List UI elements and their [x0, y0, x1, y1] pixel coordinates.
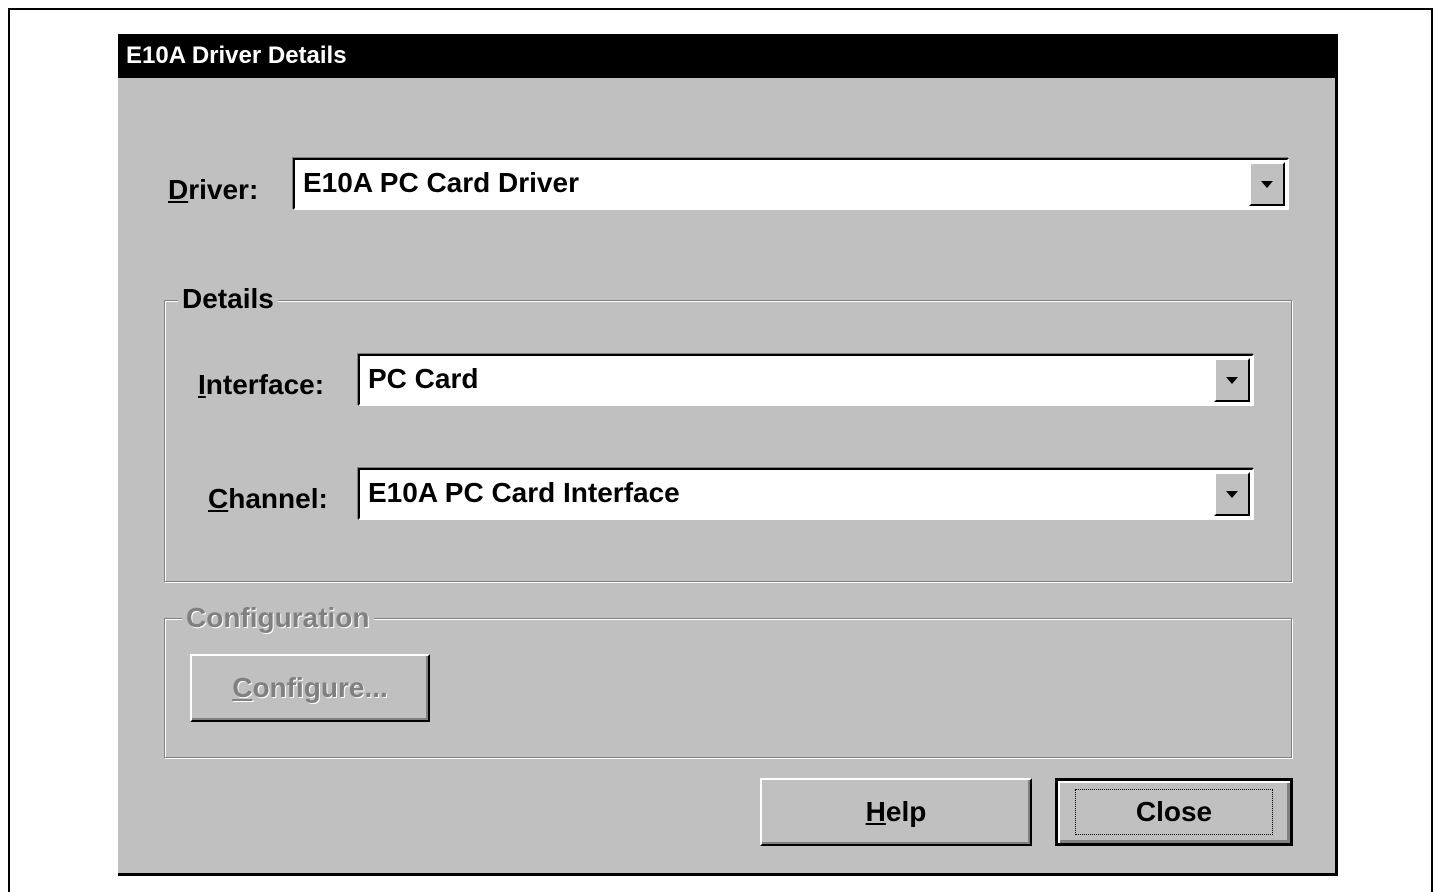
driver-select[interactable]: E10A PC Card Driver [293, 158, 1289, 210]
window-title: E10A Driver Details [126, 42, 347, 69]
help-accel: H [865, 796, 886, 827]
driver-details-dialog: E10A Driver Details Driver: E10A PC Card… [118, 34, 1338, 876]
chevron-down-icon [1226, 490, 1238, 498]
interface-label: Interface: [198, 369, 324, 401]
chevron-down-icon [1226, 376, 1238, 384]
interface-value: PC Card [368, 363, 479, 394]
channel-value: E10A PC Card Interface [368, 477, 680, 508]
help-button[interactable]: Help [760, 778, 1032, 846]
channel-select[interactable]: E10A PC Card Interface [358, 468, 1254, 520]
close-button[interactable]: Close [1055, 778, 1293, 846]
help-rest: elp [885, 796, 927, 827]
interface-select[interactable]: PC Card [358, 354, 1254, 406]
channel-label-rest: hannel: [228, 483, 328, 514]
driver-label-rest: river: [188, 174, 259, 205]
configure-accel: C [232, 672, 253, 703]
driver-value: E10A PC Card Driver [303, 167, 579, 198]
configure-button-label: Configure... [232, 672, 388, 704]
interface-dropdown-button[interactable] [1214, 358, 1250, 402]
interface-label-rest: nterface: [205, 369, 325, 400]
chevron-down-icon [1261, 180, 1273, 188]
details-legend: Details [178, 284, 278, 314]
channel-label: Channel: [208, 483, 328, 515]
driver-label-accel: D [168, 174, 189, 205]
channel-label-accel: C [208, 483, 229, 514]
configuration-legend: Configuration [182, 603, 374, 633]
interface-label-accel: I [198, 369, 206, 400]
channel-dropdown-button[interactable] [1214, 472, 1250, 516]
close-button-label: Close [1074, 789, 1274, 835]
help-button-label: Help [866, 796, 927, 828]
driver-label: Driver: [168, 174, 258, 206]
title-bar[interactable]: E10A Driver Details [118, 34, 1335, 78]
configure-rest: onfigure... [252, 672, 388, 703]
configure-button[interactable]: Configure... [190, 654, 430, 722]
details-group [164, 300, 1292, 582]
driver-dropdown-button[interactable] [1249, 162, 1285, 206]
